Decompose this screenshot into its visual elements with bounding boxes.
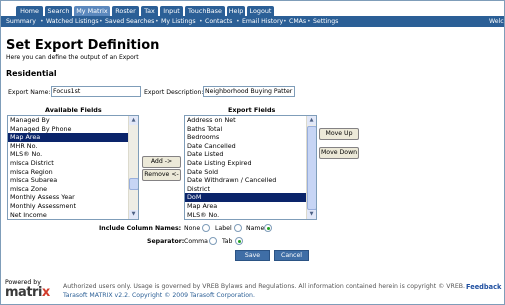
list-item[interactable]: Date Cancelled — [185, 142, 307, 151]
separator-comma-radio[interactable] — [209, 237, 217, 245]
remove-button[interactable]: Remove <- — [142, 169, 181, 181]
subnav-summary[interactable]: Summary — [6, 16, 36, 27]
subnav-watched-listings[interactable]: Watched Listings — [46, 16, 99, 27]
cancel-button[interactable]: Cancel — [274, 250, 309, 261]
list-item[interactable]: Monthly Assessment — [8, 202, 129, 211]
move-down-button[interactable]: Move Down — [319, 147, 359, 159]
subnav-saved-searches[interactable]: Saved Searches — [105, 16, 154, 27]
column-names-name-radio[interactable] — [264, 224, 272, 232]
column-names-option-name-label: Name — [246, 225, 265, 232]
list-item[interactable]: Monthly Assess Year — [8, 193, 129, 202]
list-item[interactable]: Bedrooms — [185, 133, 307, 142]
list-item[interactable]: Date Listed — [185, 150, 307, 159]
page-subtitle: Here you can define the output of an Exp… — [6, 54, 139, 61]
feedback-link[interactable]: Feedback — [466, 283, 501, 291]
subnav-email-history[interactable]: Email History — [242, 16, 283, 27]
separator-option-tab-label: Tab — [222, 238, 233, 245]
list-item[interactable]: mlsca District — [8, 159, 129, 168]
export-name-input[interactable]: Focus1st — [51, 86, 141, 97]
column-names-option-none-label: None — [184, 225, 201, 232]
subnav-separator: • — [283, 18, 287, 25]
list-item[interactable]: Date Withdrawn / Cancelled — [185, 176, 307, 185]
matrix-logo: matrix — [5, 285, 50, 300]
list-item[interactable]: MHR No. — [8, 142, 129, 151]
save-button[interactable]: Save — [235, 250, 270, 261]
subnav-cmas[interactable]: CMAs — [289, 16, 306, 27]
export-description-input[interactable]: Neighborhood Buying Patter — [203, 86, 295, 97]
export-fields-list[interactable]: Address on Net Baths Total Bedrooms Date… — [184, 115, 317, 220]
list-item[interactable]: Date Sold — [185, 168, 307, 177]
list-item[interactable]: MLS® No. — [8, 150, 129, 159]
list-item[interactable]: Map Area — [185, 202, 307, 211]
subnav-separator: • — [199, 18, 203, 25]
export-fields-header: Export Fields — [228, 106, 276, 114]
list-item[interactable]: Net Income — [8, 211, 129, 219]
available-fields-header: Available Fields — [45, 106, 102, 114]
list-item-selected[interactable]: Map Area — [8, 133, 129, 142]
copyright-notice: Authorized users only. Usage is governed… — [63, 283, 465, 290]
available-fields-scrollbar[interactable]: ▲ ▼ — [128, 116, 138, 219]
list-item[interactable]: District — [185, 185, 307, 194]
page-title: Set Export Definition — [6, 38, 160, 53]
subnav-separator: • — [99, 18, 103, 25]
section-heading: Residential — [6, 69, 57, 78]
export-name-label: Export Name: — [8, 89, 51, 96]
column-names-label-radio[interactable] — [234, 224, 242, 232]
column-names-none-radio[interactable] — [202, 224, 210, 232]
scroll-down-arrow-icon[interactable]: ▼ — [129, 210, 138, 219]
list-item[interactable]: Baths Total — [185, 125, 307, 134]
subnav-contacts[interactable]: Contacts — [205, 16, 232, 27]
list-item[interactable]: mlsca Zone — [8, 185, 129, 194]
top-navigation: Home Search My Matrix Roster Tax Input T… — [1, 1, 504, 17]
list-item[interactable]: MLS® No. — [185, 211, 307, 219]
subnav-separator: • — [307, 18, 311, 25]
subnav-settings[interactable]: Settings — [313, 16, 338, 27]
separator-option-comma-label: Comma — [184, 238, 208, 245]
list-item[interactable]: mlsca Region — [8, 168, 129, 177]
scroll-up-arrow-icon[interactable]: ▲ — [129, 116, 138, 125]
scrollbar-thumb[interactable] — [129, 178, 138, 190]
subnav-separator: • — [155, 18, 159, 25]
separator-label: Separator: — [147, 238, 185, 245]
list-item-selected[interactable]: DoM — [185, 193, 307, 202]
subnav-separator: • — [236, 18, 240, 25]
separator-tab-radio[interactable] — [235, 237, 243, 245]
list-item[interactable]: Managed By Phone — [8, 125, 129, 134]
list-item[interactable]: mlsca Subarea — [8, 176, 129, 185]
column-names-option-label-label: Label — [215, 225, 232, 232]
subnav-my-listings[interactable]: My Listings — [161, 16, 196, 27]
welcome-text: Welc — [489, 18, 504, 25]
list-item[interactable]: Address on Net — [185, 116, 307, 125]
subnav-separator: • — [40, 18, 44, 25]
list-item[interactable]: Managed By — [8, 116, 129, 125]
sub-navigation: Summary • Watched Listings • Saved Searc… — [1, 16, 504, 27]
column-names-label: Include Column Names: — [99, 225, 182, 232]
available-fields-list[interactable]: Managed By Managed By Phone Map Area MHR… — [7, 115, 139, 220]
scroll-down-arrow-icon[interactable]: ▼ — [307, 210, 316, 219]
scroll-up-arrow-icon[interactable]: ▲ — [307, 116, 316, 125]
add-button[interactable]: Add -> — [142, 156, 181, 168]
list-item[interactable]: Date Listing Expired — [185, 159, 307, 168]
export-description-label: Export Description: — [144, 89, 204, 96]
scrollbar-thumb[interactable] — [307, 126, 316, 210]
version-notice: Tarasoft MATRIX v2.2. Copyright © 2009 T… — [63, 292, 255, 299]
move-up-button[interactable]: Move Up — [319, 128, 359, 140]
export-fields-scrollbar[interactable]: ▲ ▼ — [306, 116, 316, 219]
